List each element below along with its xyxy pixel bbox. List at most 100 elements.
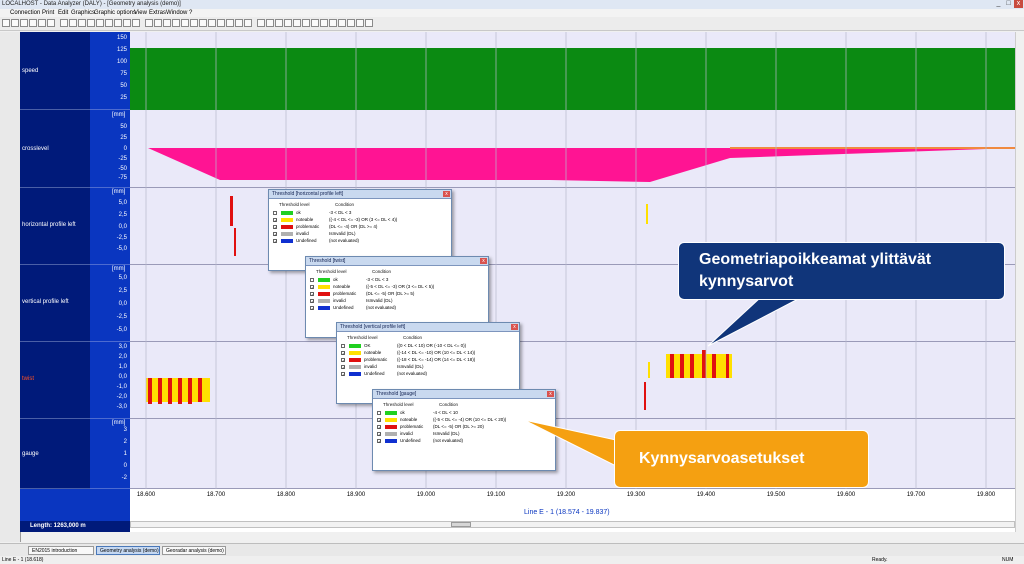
threshold-dialog-gauge[interactable]: Threshold [gauge] x Threshold level Condi… [372,389,556,471]
toolbar-button-icon[interactable] [338,19,346,27]
color-swatch [385,425,397,429]
menu-print[interactable]: Print [42,9,54,17]
tab-introduction[interactable]: EN2015 introduction [28,546,94,555]
toolbar-button-icon[interactable] [356,19,364,27]
menu-window[interactable]: Window [166,9,187,17]
toolbar-button-icon[interactable] [235,19,243,27]
dialog-close-icon[interactable]: x [443,191,450,197]
menu-help[interactable]: ? [189,9,192,17]
threshold-checkbox[interactable]: ✓ [341,358,345,363]
track-label-vertical-profile-left[interactable]: vertical profile left [20,265,90,342]
toolbar-button-icon[interactable] [199,19,207,27]
toolbar-button-icon[interactable] [87,19,95,27]
dialog-close-icon[interactable]: x [480,258,487,264]
toolbar-button-icon[interactable] [302,19,310,27]
toolbar-button-icon[interactable] [29,19,37,27]
track-label-twist[interactable]: twist [20,342,90,419]
menu-graphics[interactable]: Graphics [71,9,95,17]
threshold-checkbox[interactable]: ✓ [377,425,381,430]
threshold-checkbox[interactable]: ✓ [273,232,277,237]
threshold-checkbox[interactable] [377,411,381,415]
threshold-checkbox[interactable]: ✓ [273,239,277,244]
menu-view[interactable]: View [134,9,147,17]
toolbar-button-icon[interactable] [257,19,265,27]
toolbar-button-icon[interactable] [123,19,131,27]
threshold-checkbox[interactable] [341,344,345,348]
threshold-checkbox[interactable] [310,278,314,282]
horizontal-scrollbar[interactable] [130,521,1015,528]
toolbar-button-icon[interactable] [347,19,355,27]
toolbar-button-icon[interactable] [226,19,234,27]
color-swatch [349,372,361,376]
toolbar-button-icon[interactable] [11,19,19,27]
toolbar-button-icon[interactable] [38,19,46,27]
track-label-speed[interactable]: speed [20,32,90,110]
toolbar-button-icon[interactable] [132,19,140,27]
toolbar-button-icon[interactable] [145,19,153,27]
threshold-checkbox[interactable]: ✓ [310,285,314,290]
color-swatch [281,211,293,215]
toolbar-button-icon[interactable] [47,19,55,27]
threshold-checkbox[interactable]: ✓ [377,432,381,437]
tab-georadar-analysis[interactable]: Georadar analysis (demo) [162,546,226,555]
dialog-title: Threshold [horizontal profile left] [272,191,344,197]
toolbar-button-icon[interactable] [163,19,171,27]
toolbar-button-icon[interactable] [244,19,252,27]
toolbar-button-icon[interactable] [329,19,337,27]
menu-edit[interactable]: Edit [58,9,68,17]
toolbar-button-icon[interactable] [284,19,292,27]
x-tick: 18.600 [136,492,156,498]
threshold-checkbox[interactable]: ✓ [341,351,345,356]
scale-horizontal-profile: [mm] 5,0 2,5 0,0 -2,5 -5,0 [90,188,130,265]
toolbar-button-icon[interactable] [275,19,283,27]
dialog-close-icon[interactable]: x [547,391,554,397]
twist-trace [146,350,732,410]
toolbar-button-icon[interactable] [311,19,319,27]
tab-geometry-analysis[interactable]: Geometry analysis (demo) [96,546,160,555]
toolbar-button-icon[interactable] [114,19,122,27]
toolbar-button-icon[interactable] [20,19,28,27]
status-position: Line E - 1 (18.618) [2,557,44,563]
scrollbar-thumb[interactable] [451,522,471,527]
toolbar-button-icon[interactable] [266,19,274,27]
toolbar-button-icon[interactable] [293,19,301,27]
threshold-checkbox[interactable]: ✓ [341,365,345,370]
toolbar-button-icon[interactable] [96,19,104,27]
toolbar-button-icon[interactable] [320,19,328,27]
toolbar-button-icon[interactable] [105,19,113,27]
track-label-crosslevel[interactable]: crosslevel [20,110,90,188]
minimize-button[interactable]: _ [994,0,1003,8]
vertical-scrollbar[interactable] [1015,32,1024,532]
x-tick: 18.700 [206,492,226,498]
dialog-close-icon[interactable]: x [511,324,518,330]
threshold-checkbox[interactable]: ✓ [377,418,381,423]
toolbar-button-icon[interactable] [2,19,10,27]
toolbar-button-icon[interactable] [60,19,68,27]
toolbar-button-icon[interactable] [172,19,180,27]
maximize-button[interactable]: □ [1004,0,1013,8]
toolbar-button-icon[interactable] [78,19,86,27]
threshold-checkbox[interactable]: ✓ [310,299,314,304]
toolbar-button-icon[interactable] [208,19,216,27]
threshold-checkbox[interactable]: ✓ [377,439,381,444]
menu-graphic-options[interactable]: Graphic options [94,9,136,17]
toolbar-button-icon[interactable] [190,19,198,27]
callout-settings: Kynnysarvoasetukset [614,430,869,488]
threshold-checkbox[interactable]: ✓ [273,225,277,230]
threshold-checkbox[interactable] [273,211,277,215]
toolbar-button-icon[interactable] [181,19,189,27]
menu-connection[interactable]: Connection [10,9,40,17]
threshold-checkbox[interactable]: ✓ [310,292,314,297]
track-label-gauge[interactable]: gauge [20,419,90,489]
threshold-checkbox[interactable]: ✓ [273,218,277,223]
toolbar-button-icon[interactable] [154,19,162,27]
toolbar-button-icon[interactable] [69,19,77,27]
threshold-checkbox[interactable]: ✓ [310,306,314,311]
toolbar-button-icon[interactable] [365,19,373,27]
threshold-checkbox[interactable]: ✓ [341,372,345,377]
toolbar-button-icon[interactable] [217,19,225,27]
track-label-horizontal-profile-left[interactable]: horizontal profile left [20,188,90,265]
speed-fill [130,48,1015,110]
close-button[interactable]: x [1014,0,1023,8]
menu-extras[interactable]: Extras [149,9,166,17]
